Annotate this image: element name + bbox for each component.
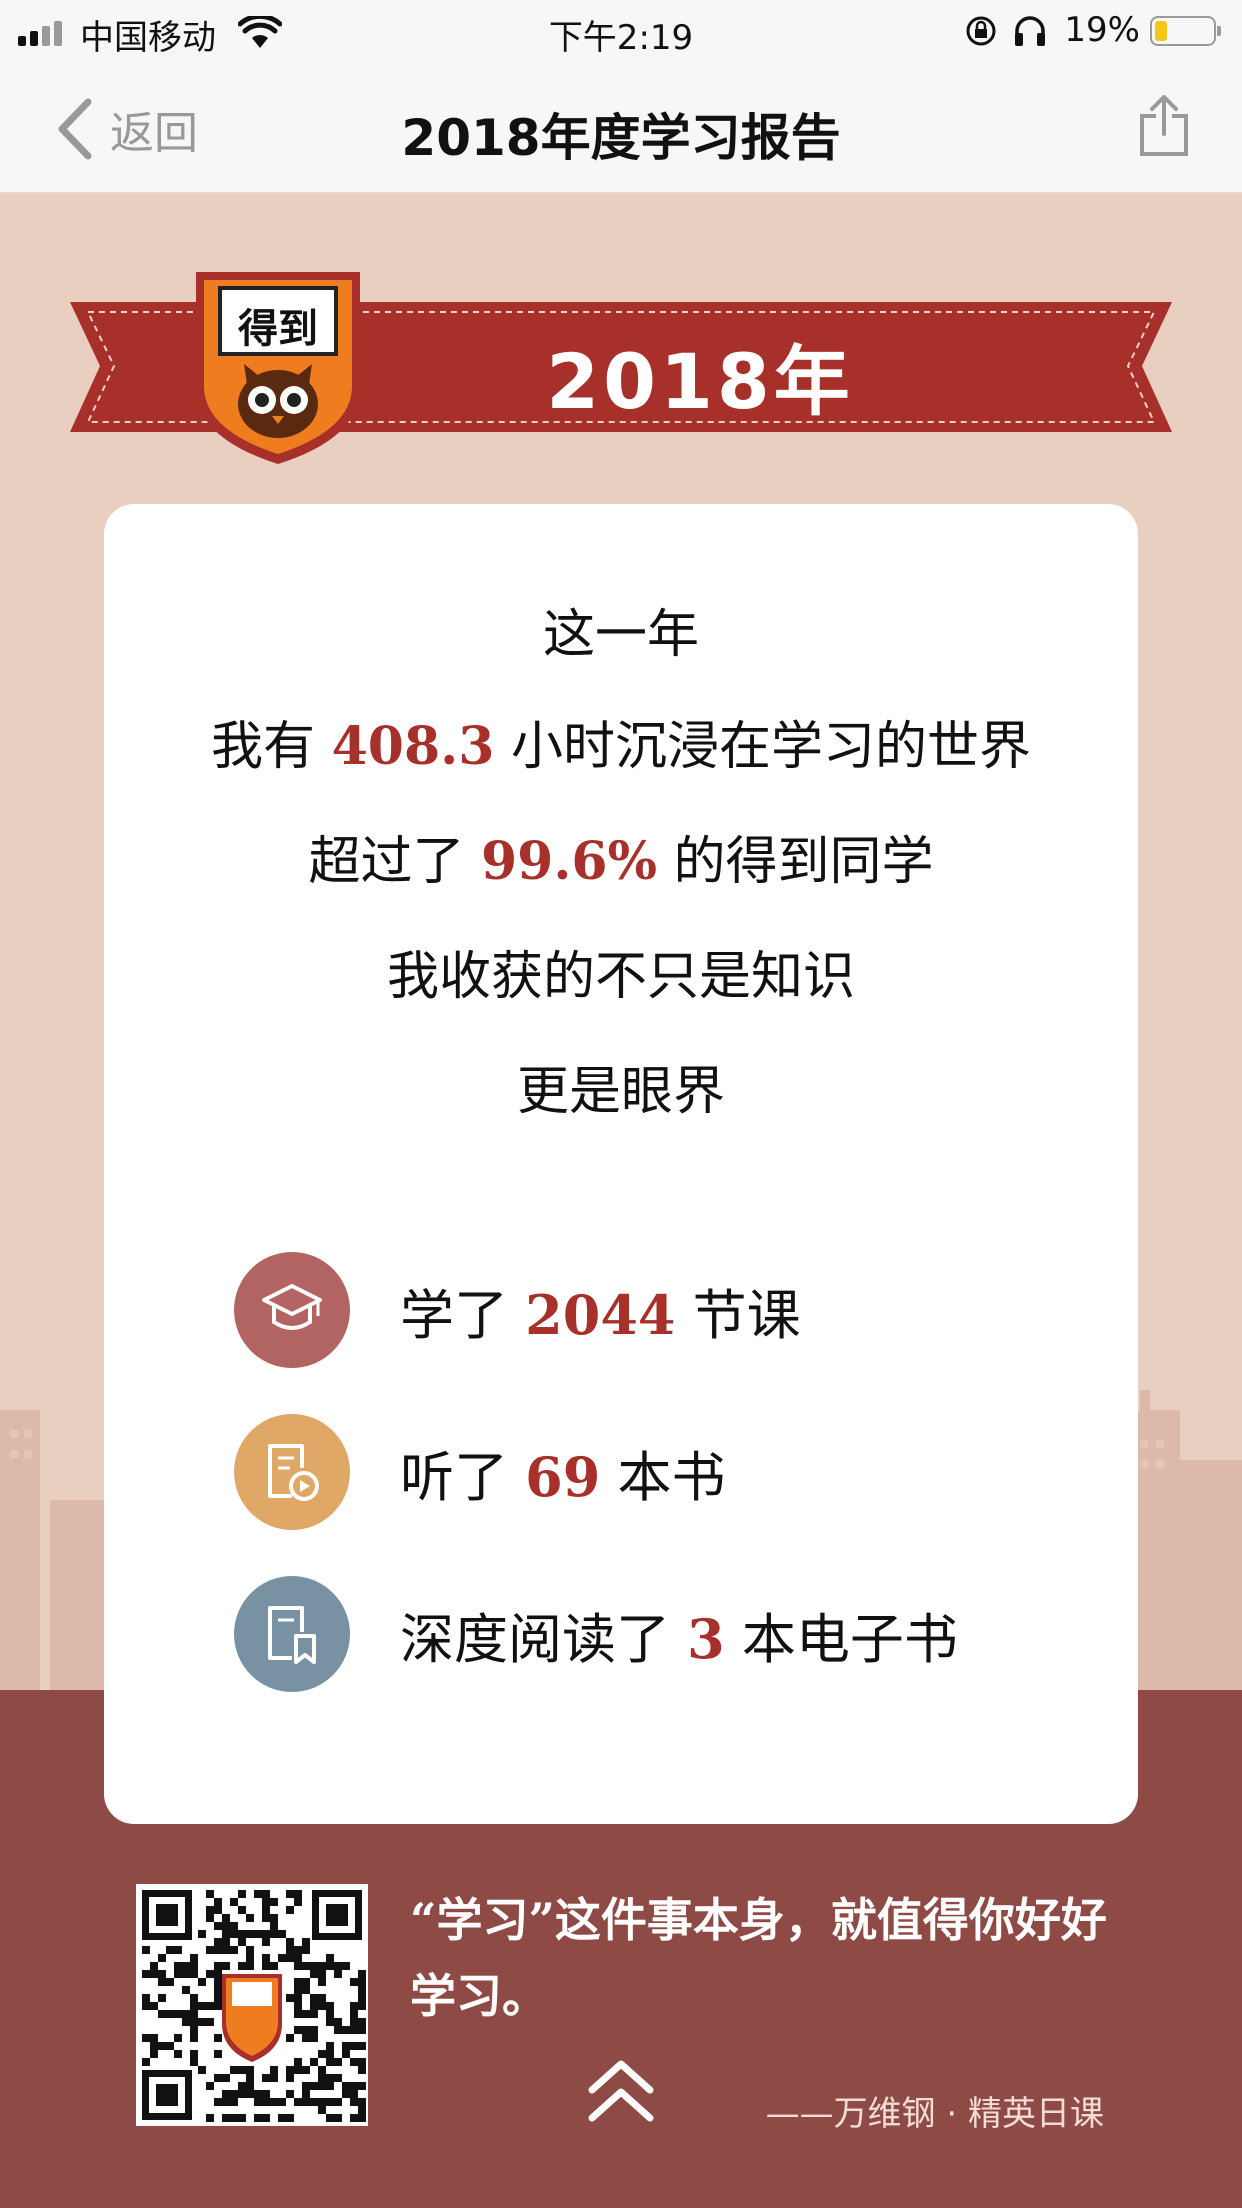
percent-prefix: 超过了 [308, 832, 481, 892]
intro-line-4: 我收获的不只是知识 [386, 947, 855, 1007]
page-title: 2018年度学习报告 [401, 109, 841, 167]
hours-prefix: 我有 [211, 717, 332, 777]
quote-author: ——万维钢 · 精英日课 [765, 2094, 1104, 2134]
graduation-cap-icon [234, 1252, 350, 1368]
status-bar: 中国移动 下午2:19 19% [0, 0, 1242, 64]
hours-value: 408.3 [331, 716, 495, 777]
battery-icon [1150, 16, 1221, 46]
audiobooks-value: 69 [525, 1444, 601, 1509]
intro-line-hours: 我有 408.3 小时沉浸在学习的世界 [104, 704, 1138, 779]
intro-line-percent: 超过了 99.6% 的得到同学 [104, 819, 1138, 894]
stat-lessons: 学了 2044 节课 [234, 1252, 801, 1368]
stat-audiobooks: 听了 69 本书 [234, 1414, 726, 1530]
ebooks-prefix: 深度阅读了 [400, 1607, 688, 1671]
banner-year: 2018年 [546, 337, 854, 426]
report-card: 这一年 我有 408.3 小时沉浸在学习的世界 超过了 99.6% 的得到同学 … [104, 504, 1138, 1824]
percent-suffix: 的得到同学 [657, 832, 934, 892]
quote-text: “学习”这件事本身，就值得你好好学习。 [410, 1893, 1107, 2023]
audiobooks-prefix: 听了 [400, 1445, 526, 1509]
qr-code [136, 1884, 368, 2126]
ebooks-value: 3 [687, 1606, 725, 1671]
chevron-up-icon[interactable] [586, 2058, 656, 2124]
lessons-prefix: 学了 [400, 1283, 526, 1347]
ebooks-suffix: 本电子书 [724, 1607, 958, 1671]
year-banner: 得到 2018年 [70, 268, 1172, 464]
orientation-lock-icon [966, 16, 996, 46]
intro-line-5: 更是眼界 [516, 1062, 725, 1122]
headphones-icon [1015, 16, 1045, 46]
ebook-icon [234, 1576, 350, 1692]
hours-suffix: 小时沉浸在学习的世界 [494, 717, 1031, 777]
status-time: 下午2:19 [548, 18, 694, 58]
dedao-logo: 得到 [190, 268, 366, 468]
lessons-suffix: 节课 [675, 1283, 801, 1347]
lessons-value: 2044 [525, 1282, 676, 1347]
battery-percent: 19% [1064, 10, 1140, 50]
intro-line-1: 这一年 [542, 605, 699, 665]
audiobooks-suffix: 本书 [600, 1445, 726, 1509]
percent-value: 99.6% [480, 831, 658, 892]
nav-bar: 返回 2018年度学习报告 [0, 64, 1242, 193]
stat-ebooks: 深度阅读了 3 本电子书 [234, 1576, 958, 1692]
audiobook-icon [234, 1414, 350, 1530]
logo-text: 得到 [238, 305, 318, 352]
share-icon[interactable] [1138, 94, 1190, 158]
